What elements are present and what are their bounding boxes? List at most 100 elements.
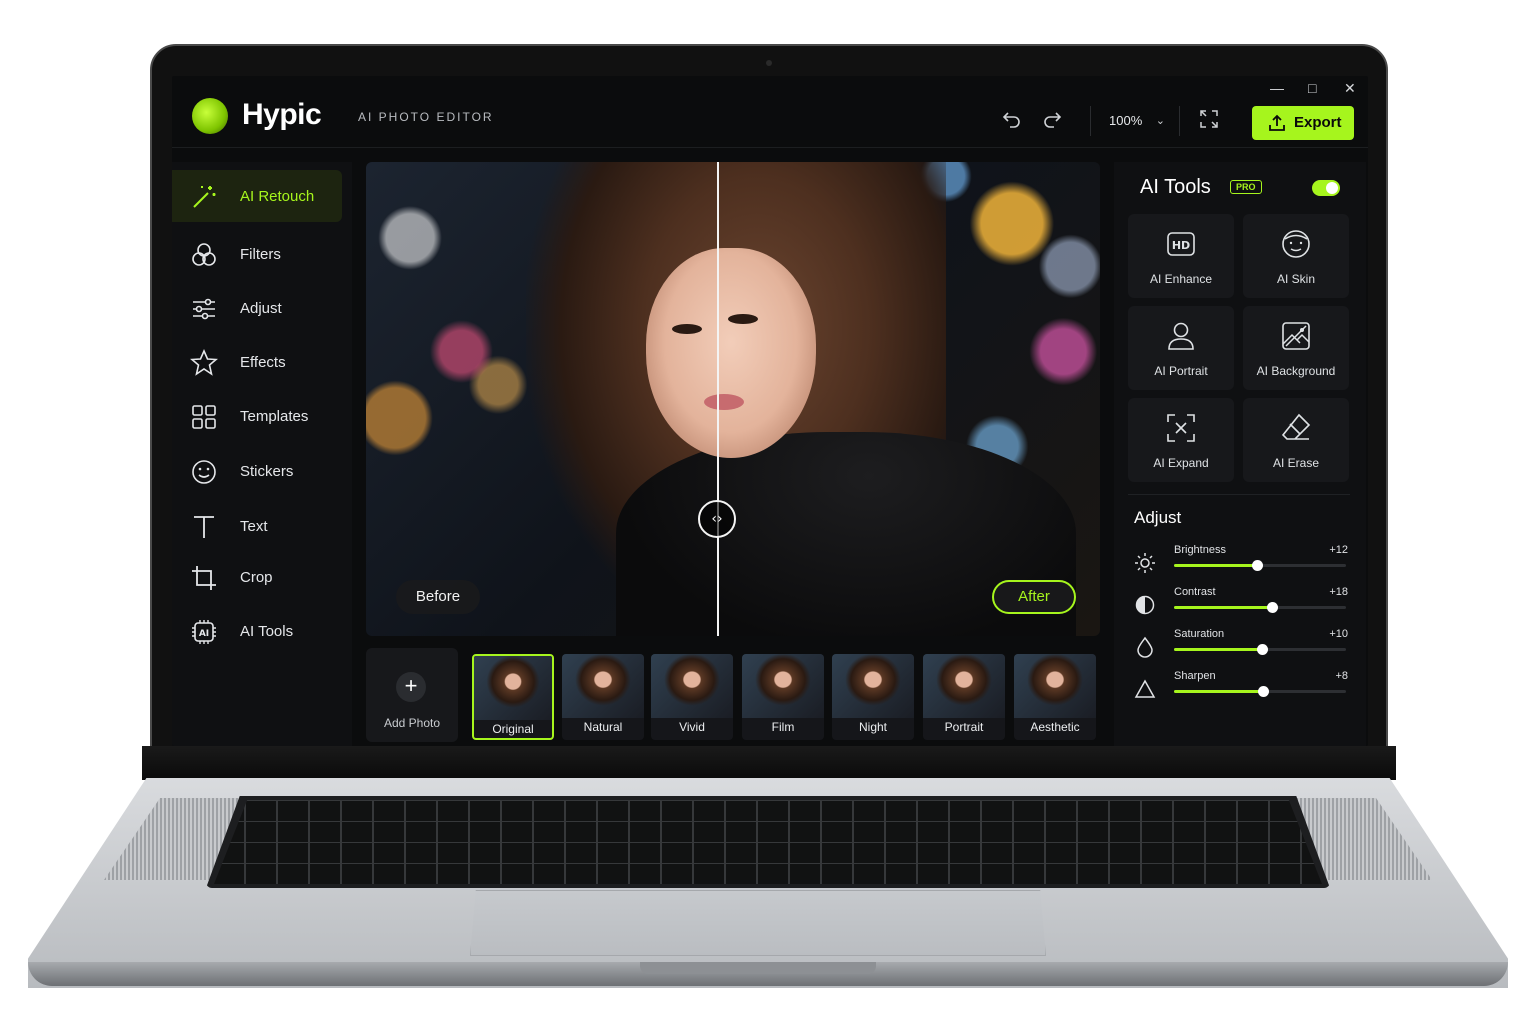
thumb-label: Natural bbox=[583, 720, 623, 734]
slider-brightness[interactable]: Brightness +12 bbox=[1130, 542, 1352, 582]
filters-icon bbox=[192, 243, 216, 266]
thumb-aesthetic[interactable]: Aesthetic bbox=[1014, 654, 1096, 740]
slider-fill bbox=[1174, 690, 1264, 693]
triangle-icon bbox=[1134, 679, 1156, 698]
tool-label: AI Enhance bbox=[1149, 272, 1213, 286]
sidebar-item-label: Adjust bbox=[240, 300, 282, 317]
title-bar: Hypic AI PHOTO EDITOR — □ ✕ 100% ⌄ Expor… bbox=[172, 76, 1368, 148]
sidebar-item-label: Text bbox=[240, 518, 268, 535]
sidebar-item-ai-tools[interactable]: AI AI Tools bbox=[172, 605, 342, 657]
slider-value: +12 bbox=[1329, 544, 1348, 556]
ai-tools-panel: AI Tools PRO HD AI Enhance AI Skin AI Po… bbox=[1114, 162, 1366, 746]
eraser-icon bbox=[1281, 413, 1311, 440]
slider-knob[interactable] bbox=[1267, 602, 1279, 613]
compare-divider[interactable] bbox=[717, 162, 719, 636]
sidebar-item-templates[interactable]: Templates bbox=[172, 390, 342, 442]
person-icon bbox=[1168, 322, 1194, 350]
thumb-image bbox=[1014, 654, 1096, 718]
ai-chip-icon: AI bbox=[192, 620, 216, 644]
photo-subject-face bbox=[646, 248, 816, 458]
fullscreen-icon[interactable] bbox=[1200, 110, 1218, 131]
slider-track[interactable] bbox=[1174, 644, 1346, 655]
svg-text:HD: HD bbox=[1172, 239, 1190, 252]
slider-saturation[interactable]: Saturation +10 bbox=[1130, 626, 1352, 666]
slider-contrast[interactable]: Contrast +18 bbox=[1130, 584, 1352, 624]
sidebar-item-label: Filters bbox=[240, 246, 281, 263]
slider-track[interactable] bbox=[1174, 686, 1346, 697]
tool-ai-erase[interactable]: AI Erase bbox=[1243, 398, 1349, 482]
thumb-original[interactable]: Original bbox=[472, 654, 554, 740]
undo-icon[interactable] bbox=[1002, 110, 1022, 131]
slider-value: +8 bbox=[1335, 670, 1348, 682]
sidebar-item-filters[interactable]: Filters bbox=[172, 228, 342, 280]
sun-icon bbox=[1135, 553, 1155, 573]
thumb-label: Original bbox=[492, 722, 534, 736]
tool-ai-portrait[interactable]: AI Portrait bbox=[1128, 306, 1234, 390]
export-label: Export bbox=[1294, 114, 1342, 131]
tool-ai-enhance[interactable]: HD AI Enhance bbox=[1128, 214, 1234, 298]
thumb-image bbox=[923, 654, 1005, 718]
export-button[interactable]: Export bbox=[1252, 106, 1354, 140]
sidebar-item-ai-retouch[interactable]: AI Retouch bbox=[172, 170, 342, 222]
thumb-natural[interactable]: Natural bbox=[562, 654, 644, 740]
sidebar-item-crop[interactable]: Crop bbox=[172, 551, 342, 603]
tool-ai-expand[interactable]: AI Expand bbox=[1128, 398, 1234, 482]
thumb-portrait[interactable]: Portrait bbox=[923, 654, 1005, 740]
grid-icon bbox=[192, 405, 216, 429]
slider-knob[interactable] bbox=[1258, 686, 1270, 697]
after-label[interactable]: After bbox=[992, 580, 1076, 614]
laptop-mockup: Hypic AI PHOTO EDITOR — □ ✕ 100% ⌄ Expor… bbox=[0, 0, 1536, 1024]
thumb-night[interactable]: Night bbox=[832, 654, 914, 740]
slider-knob[interactable] bbox=[1251, 560, 1263, 571]
sidebar-item-label: Crop bbox=[240, 569, 273, 586]
minimize-icon[interactable]: — bbox=[1270, 80, 1284, 96]
sidebar-item-stickers[interactable]: Stickers bbox=[172, 445, 342, 497]
slider-track[interactable] bbox=[1174, 560, 1346, 571]
app-window: Hypic AI PHOTO EDITOR — □ ✕ 100% ⌄ Expor… bbox=[172, 76, 1368, 746]
slider-track[interactable] bbox=[1174, 602, 1346, 613]
sidebar-item-label: AI Tools bbox=[240, 623, 294, 640]
adjust-title: Adjust bbox=[1134, 508, 1182, 527]
slider-label: Saturation bbox=[1174, 628, 1225, 640]
compare-handle[interactable]: ‹› bbox=[698, 500, 736, 538]
sidebar-item-label: Effects bbox=[240, 354, 286, 371]
laptop-hinge bbox=[142, 746, 1396, 780]
tool-label: AI Background bbox=[1256, 364, 1336, 378]
tool-label: AI Expand bbox=[1153, 456, 1209, 470]
app-name: Hypic bbox=[242, 98, 322, 131]
before-label[interactable]: Before bbox=[396, 580, 480, 614]
sidebar-item-text[interactable]: Text bbox=[172, 500, 342, 552]
thumb-vivid[interactable]: Vivid bbox=[651, 654, 733, 740]
add-photo-button[interactable]: + Add Photo bbox=[366, 648, 458, 742]
sidebar-item-adjust[interactable]: Adjust bbox=[172, 282, 342, 334]
tool-ai-skin[interactable]: AI Skin bbox=[1243, 214, 1349, 298]
photo-subject-eye bbox=[672, 324, 702, 334]
slider-knob[interactable] bbox=[1256, 644, 1268, 655]
zoom-select[interactable]: 100% ⌄ bbox=[1090, 106, 1180, 136]
thumb-film[interactable]: Film bbox=[742, 654, 824, 740]
sidebar-item-label: Templates bbox=[240, 408, 309, 425]
sidebar: AI Retouch Filters Adjust Effects Templa… bbox=[172, 162, 352, 746]
pro-badge: PRO bbox=[1230, 180, 1262, 194]
star-icon bbox=[190, 349, 218, 376]
redo-icon[interactable] bbox=[1042, 110, 1062, 131]
photo-subject-eye bbox=[728, 314, 758, 324]
slider-sharpen[interactable]: Sharpen +8 bbox=[1130, 668, 1352, 708]
thumb-image bbox=[474, 656, 552, 720]
tool-ai-background[interactable]: AI Background bbox=[1243, 306, 1349, 390]
thumb-image bbox=[832, 654, 914, 718]
sidebar-item-effects[interactable]: Effects bbox=[172, 336, 342, 388]
ai-tools-toggle[interactable] bbox=[1312, 180, 1340, 196]
slider-label: Contrast bbox=[1174, 586, 1216, 598]
maximize-icon[interactable]: □ bbox=[1308, 80, 1316, 96]
app-subtitle: AI PHOTO EDITOR bbox=[358, 110, 494, 124]
hd-icon: HD bbox=[1167, 232, 1195, 256]
photo-subject-lips bbox=[704, 394, 744, 410]
thumb-label: Film bbox=[771, 720, 795, 734]
slider-fill bbox=[1174, 564, 1257, 567]
photo-canvas[interactable]: ‹› Before After bbox=[366, 162, 1100, 636]
close-icon[interactable]: ✕ bbox=[1344, 80, 1356, 97]
slider-value: +18 bbox=[1329, 586, 1348, 598]
slider-label: Sharpen bbox=[1174, 670, 1216, 682]
magic-wand-icon bbox=[193, 186, 216, 208]
